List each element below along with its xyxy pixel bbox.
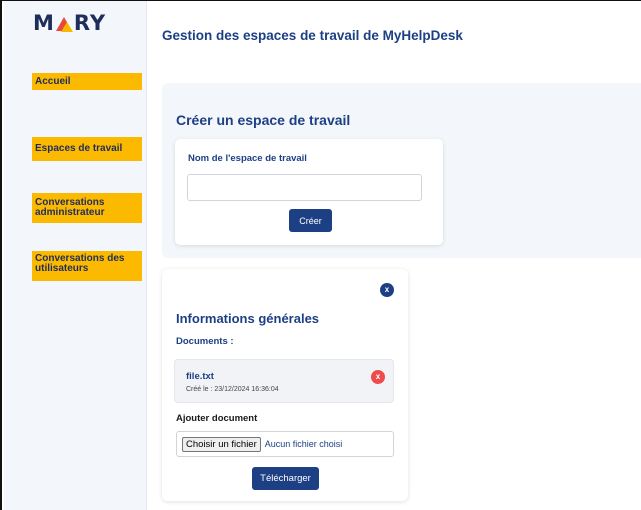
create-button[interactable]: Créer: [289, 209, 332, 232]
document-created-date: Créé le : 23/12/2024 16:36:04: [186, 386, 279, 393]
document-name[interactable]: file.txt: [186, 371, 214, 382]
workspace-name-label: Nom de l'espace de travail: [188, 153, 307, 164]
create-workspace-panel: Créer un espace de travail Nom de l'espa…: [162, 83, 641, 258]
add-document-label: Ajouter document: [176, 413, 258, 424]
documents-label: Documents :: [176, 336, 234, 347]
sidebar-item-label: Espaces de travail: [35, 143, 123, 154]
delete-document-icon[interactable]: x: [371, 370, 385, 384]
sidebar-item-conversations-users[interactable]: Conversations des utilisateurs: [32, 251, 142, 281]
general-info-title: Informations générales: [176, 311, 320, 326]
file-input[interactable]: Choisir un fichier Aucun fichier choisi: [176, 431, 394, 457]
choose-file-button[interactable]: Choisir un fichier: [182, 436, 261, 452]
sidebar-item-label: Conversations des utilisateurs: [35, 253, 125, 274]
workspace-name-input[interactable]: [187, 174, 422, 201]
upload-button[interactable]: Télécharger: [252, 467, 319, 490]
sidebar-item-label: Accueil: [35, 75, 71, 87]
logo-letters-ry: RY: [73, 11, 107, 35]
logo-triangle-icon: [55, 14, 73, 32]
document-item: file.txt Créé le : 23/12/2024 16:36:04 x: [174, 359, 394, 403]
sidebar-item-conversations-admin[interactable]: Conversations administrateur: [32, 193, 142, 223]
create-workspace-form: Nom de l'espace de travail Créer: [175, 139, 443, 245]
general-info-card: x Informations générales Documents : fil…: [162, 269, 408, 501]
app-logo: M RY: [33, 11, 106, 35]
sidebar: M RY Accueil Espaces de travail Conversa…: [4, 1, 147, 510]
app-window: M RY Accueil Espaces de travail Conversa…: [0, 0, 641, 510]
logo-letter-m: M: [33, 11, 55, 35]
close-icon[interactable]: x: [380, 283, 394, 297]
create-workspace-title: Créer un espace de travail: [176, 112, 351, 128]
page-title: Gestion des espaces de travail de MyHelp…: [162, 28, 463, 43]
sidebar-item-accueil[interactable]: Accueil: [32, 73, 142, 90]
file-status-text: Aucun fichier choisi: [264, 439, 343, 449]
sidebar-item-espaces[interactable]: Espaces de travail: [32, 137, 142, 161]
sidebar-item-label: Conversations administrateur: [35, 197, 105, 218]
